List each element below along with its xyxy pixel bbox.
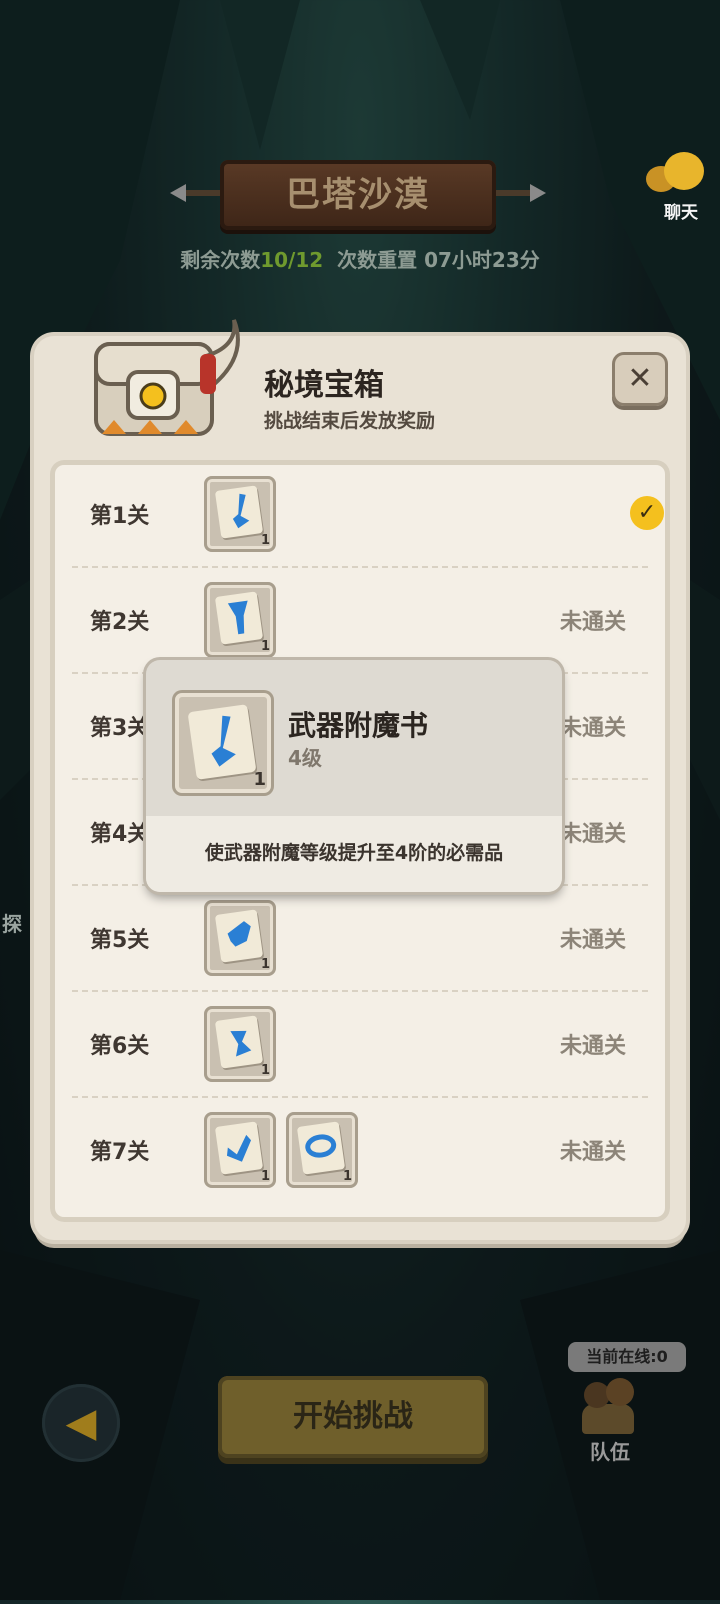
level-row-7: 第7关 1 1 未通关 (50, 1096, 670, 1204)
enchant-scroll-icon (214, 1121, 264, 1175)
back-button[interactable]: ◀ (42, 1384, 120, 1462)
item-tooltip: 1 武器附魔书 4级 使武器附魔等级提升至4阶的必需品 (146, 660, 562, 892)
level-label: 第5关 (90, 928, 150, 953)
enchant-scroll-icon (296, 1121, 346, 1175)
item-quantity: 1 (342, 1169, 352, 1184)
item-quantity: 1 (260, 533, 270, 548)
level-row-5: 第5关 1 未通关 (50, 884, 670, 992)
level-row-2: 第2关 1 未通关 (50, 566, 670, 674)
side-tab-label: 探 (2, 912, 22, 936)
level-status: 未通关 (559, 716, 626, 741)
item-quantity: 1 (260, 957, 270, 972)
reward-item-slot[interactable]: 1 (204, 476, 276, 552)
reward-item-slot[interactable]: 1 (204, 582, 276, 658)
level-status: 未通关 (559, 1034, 626, 1059)
reward-item-slot[interactable]: 1 (286, 1112, 358, 1188)
close-button[interactable]: ✕ (612, 352, 668, 406)
attempts-count: 10/12 (260, 248, 324, 272)
attempts-prefix: 剩余次数 (180, 248, 261, 272)
item-quantity: 1 (253, 769, 266, 790)
item-description: 使武器附魔等级提升至4阶的必需品 (204, 842, 504, 864)
treasure-chest-icon (88, 316, 248, 446)
item-name: 武器附魔书 (288, 709, 429, 742)
level-status: 未通关 (559, 822, 626, 847)
level-label: 第4关 (90, 822, 150, 847)
item-quantity: 1 (260, 1169, 270, 1184)
level-label: 第3关 (90, 716, 150, 741)
spear-tip-right-icon (530, 184, 546, 202)
chat-button[interactable]: 聊天 (646, 152, 716, 223)
team-label: 队伍 (590, 1440, 630, 1464)
level-label: 第7关 (90, 1140, 150, 1165)
enchant-scroll-icon (214, 485, 264, 539)
enchant-scroll-icon (214, 1015, 264, 1069)
enchant-scroll-icon (214, 909, 264, 963)
panel-subtitle: 挑战结束后发放奖励 (264, 410, 436, 432)
cleared-check-icon: ✓ (630, 496, 664, 530)
chat-bubble-icon (646, 152, 716, 198)
enchant-scroll-icon (214, 591, 264, 645)
close-icon: ✕ (627, 361, 653, 396)
level-status: 未通关 (559, 928, 626, 953)
reward-item-slot[interactable]: 1 (204, 900, 276, 976)
attempts-info: 剩余次数10/12 次数重置 07小时23分 (0, 244, 720, 273)
back-arrow-icon: ◀ (65, 1400, 97, 1446)
item-quantity: 1 (260, 1063, 270, 1078)
level-status: 未通关 (559, 610, 626, 635)
team-button[interactable]: 队伍 (570, 1378, 650, 1465)
level-label: 第1关 (90, 504, 150, 529)
reward-item-slot[interactable]: 1 (204, 1006, 276, 1082)
reward-item-slot[interactable]: 1 (204, 1112, 276, 1188)
spear-tip-left-icon (170, 184, 186, 202)
start-challenge-button[interactable]: 开始挑战 (218, 1376, 488, 1458)
item-level: 4级 (288, 746, 322, 770)
level-label: 第2关 (90, 610, 150, 635)
level-row-1: 第1关 1 ✓ (50, 460, 670, 568)
panel-title: 秘境宝箱 (264, 368, 384, 403)
level-row-6: 第6关 1 未通关 (50, 990, 670, 1098)
item-quantity: 1 (260, 639, 270, 654)
enchant-scroll-icon (187, 704, 257, 780)
tooltip-item-slot: 1 (172, 690, 274, 796)
team-icon (570, 1378, 650, 1436)
level-status: 未通关 (559, 1140, 626, 1165)
stage-title: 巴塔沙漠 (286, 175, 430, 215)
stage-sign: 巴塔沙漠 (170, 152, 546, 240)
chat-label: 聊天 (664, 203, 698, 223)
level-label: 第6关 (90, 1034, 150, 1059)
reset-timer: 次数重置 07小时23分 (337, 248, 540, 272)
online-count-badge: 当前在线:0 (568, 1342, 686, 1372)
